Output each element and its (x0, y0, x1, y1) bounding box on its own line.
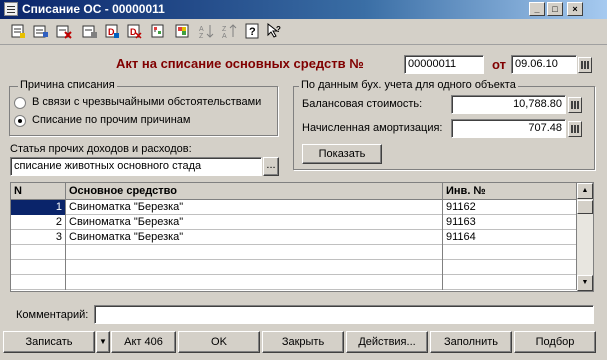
table-row[interactable]: 2 Свиноматка "Березка" 91163 (11, 215, 577, 230)
reason-radio-other[interactable] (14, 115, 26, 127)
reason-radio-emergency[interactable] (14, 97, 26, 109)
sort-asc-icon[interactable]: AZ (198, 23, 214, 39)
reason-option-emergency-label[interactable]: В связи с чрезвычайными обстоятельствами (32, 96, 261, 108)
comment-label: Комментарий: (16, 309, 89, 321)
empty-table-row (11, 245, 577, 260)
table-vertical-scrollbar[interactable]: ▲ ▼ (577, 183, 593, 291)
ok-button[interactable]: OK (178, 331, 260, 353)
income-article-select-button[interactable]: ... (263, 157, 279, 176)
filter-icon[interactable] (174, 23, 190, 39)
income-article-field[interactable]: списание животных основного стада (10, 157, 262, 176)
svg-text:Z: Z (222, 26, 227, 33)
table-row[interactable]: 1 Свиноматка "Березка" 91162 (11, 200, 577, 215)
assets-table[interactable]: N Основное средство Инв. № 1 Свиноматка … (10, 182, 594, 292)
inv-number-cell[interactable]: 91163 (443, 215, 577, 230)
column-header-asset[interactable]: Основное средство (66, 183, 443, 200)
date-label: от (492, 57, 506, 72)
app-icon (4, 2, 18, 16)
reason-group-label: Причина списания (18, 79, 117, 91)
delete-mark-icon[interactable] (56, 23, 72, 39)
document-number-field[interactable]: 00000011 (404, 55, 484, 74)
asset-cell[interactable]: Свиноматка "Березка" (66, 230, 443, 245)
svg-text:A: A (199, 26, 204, 33)
depreciation-value-field[interactable]: 707.48 (451, 119, 566, 138)
delete-icon[interactable] (82, 23, 98, 39)
copy-document-icon[interactable] (33, 23, 49, 39)
act-406-button[interactable]: Акт 406 (111, 331, 176, 353)
asset-cell[interactable]: Свиноматка "Березка" (66, 200, 443, 215)
inv-number-cell[interactable]: 91164 (443, 230, 577, 245)
row-number-cell[interactable]: 3 (11, 230, 66, 245)
document-heading: Акт на списание основных средств № (116, 56, 364, 71)
context-help-icon[interactable]: ? (266, 23, 282, 39)
svg-text:D: D (108, 27, 115, 37)
post-document-icon[interactable]: D (104, 23, 120, 39)
select-button[interactable]: Подбор (514, 331, 596, 353)
empty-table-row (11, 260, 577, 275)
inv-number-cell[interactable]: 91162 (443, 200, 577, 215)
svg-text:Z: Z (199, 33, 204, 39)
reason-option-other-label[interactable]: Списание по прочим причинам (32, 114, 190, 126)
show-button[interactable]: Показать (302, 144, 382, 164)
balance-value-field[interactable]: 10,788.80 (451, 95, 566, 114)
depreciation-label: Начисленная амортизация: (302, 122, 443, 134)
accounting-group-label: По данным бух. учета для одного объекта (299, 79, 518, 91)
maximize-button[interactable]: □ (547, 2, 563, 16)
balance-calculator-icon[interactable] (568, 97, 582, 113)
record-dropdown-button[interactable]: ▼ (96, 331, 110, 353)
help-icon[interactable]: ? (244, 23, 260, 39)
balance-label: Балансовая стоимость: (302, 98, 423, 110)
depreciation-calculator-icon[interactable] (568, 121, 582, 137)
scroll-up-icon[interactable]: ▲ (577, 183, 593, 199)
record-button[interactable]: Записать (3, 331, 95, 353)
scroll-down-icon[interactable]: ▼ (577, 275, 593, 291)
svg-text:A: A (222, 33, 227, 39)
actions-button[interactable]: Действия... (346, 331, 428, 353)
title-bar[interactable]: Списание ОС - 00000011 _ □ × (0, 0, 607, 19)
svg-text:D: D (130, 27, 137, 37)
document-date-field[interactable]: 09.06.10 (511, 55, 577, 74)
svg-text:?: ? (249, 26, 256, 38)
row-number-cell[interactable]: 2 (11, 215, 66, 230)
scroll-thumb[interactable] (577, 200, 593, 214)
asset-cell[interactable]: Свиноматка "Березка" (66, 215, 443, 230)
column-header-n[interactable]: N (11, 183, 66, 200)
calendar-icon[interactable] (578, 57, 592, 73)
close-button[interactable]: × (567, 2, 583, 16)
new-document-icon[interactable] (10, 23, 26, 39)
unpost-document-icon[interactable]: D (126, 23, 142, 39)
column-header-inv[interactable]: Инв. № (443, 183, 577, 200)
window-title: Списание ОС - 00000011 (22, 2, 165, 16)
reason-groupbox (9, 86, 278, 136)
row-number-cell[interactable]: 1 (11, 200, 66, 215)
sort-desc-icon[interactable]: ZA (221, 23, 237, 39)
empty-table-row (11, 275, 577, 290)
income-article-label: Статья прочих доходов и расходов: (10, 143, 192, 155)
table-row[interactable]: 3 Свиноматка "Березка" 91164 (11, 230, 577, 245)
comment-field[interactable] (94, 305, 594, 324)
svg-text:?: ? (276, 25, 281, 34)
structure-icon[interactable] (150, 23, 166, 39)
close-form-button[interactable]: Закрыть (262, 331, 344, 353)
fill-button[interactable]: Заполнить (430, 331, 512, 353)
minimize-button[interactable]: _ (529, 2, 545, 16)
